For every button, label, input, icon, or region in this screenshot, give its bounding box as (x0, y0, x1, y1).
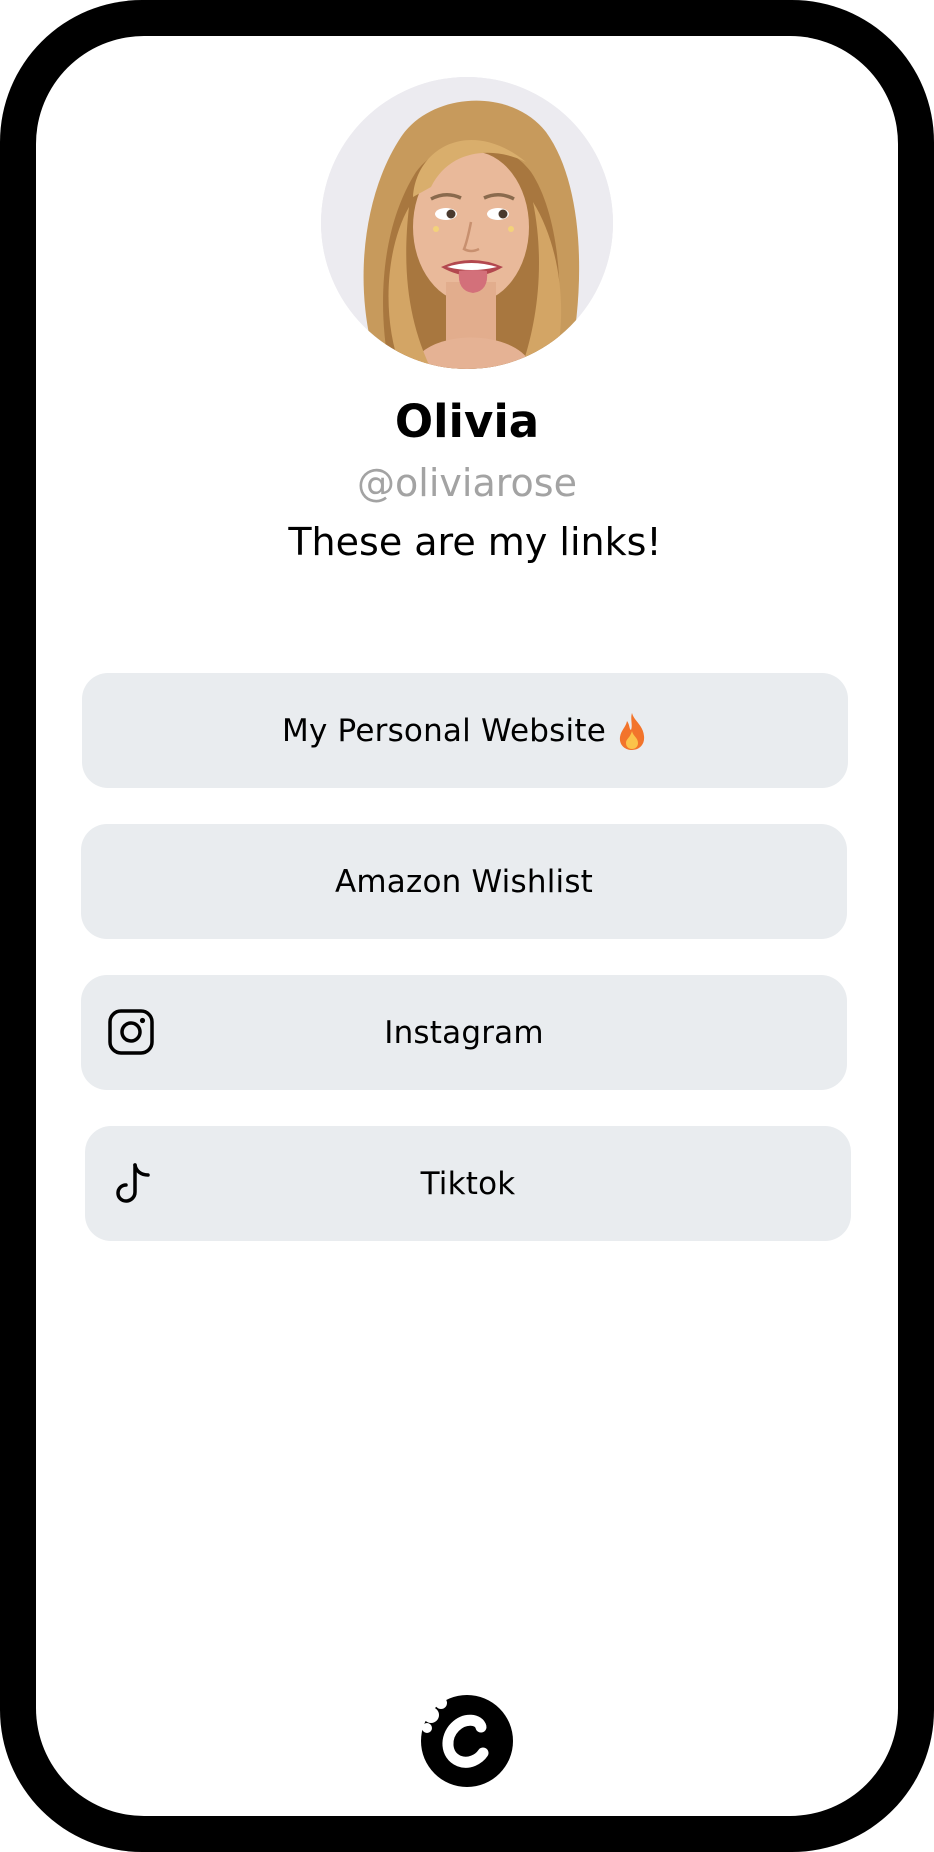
link-button-tiktok[interactable]: Tiktok (85, 1126, 851, 1241)
profile-bio: These are my links! (288, 520, 662, 564)
profile-name: Olivia (394, 395, 540, 448)
link-button-amazon-wishlist[interactable]: Amazon Wishlist (81, 824, 847, 939)
instagram-icon (107, 1008, 155, 1056)
brand-logo-icon[interactable] (421, 1695, 513, 1787)
link-button-personal-website[interactable]: My Personal Website (82, 673, 848, 788)
profile-handle: @oliviarose (357, 461, 577, 505)
link-label: Tiktok (420, 1165, 516, 1202)
tiktok-icon (111, 1159, 159, 1207)
link-button-instagram[interactable]: Instagram (81, 975, 847, 1090)
avatar (321, 77, 613, 369)
fire-emoji-icon (616, 711, 648, 751)
profile-screen: Olivia @oliviarose These are my links! M… (36, 36, 898, 1816)
link-label: Amazon Wishlist (334, 863, 594, 900)
link-label: My Personal Website (282, 712, 606, 749)
phone-frame: Olivia @oliviarose These are my links! M… (0, 0, 934, 1852)
link-label: Instagram (384, 1014, 544, 1051)
